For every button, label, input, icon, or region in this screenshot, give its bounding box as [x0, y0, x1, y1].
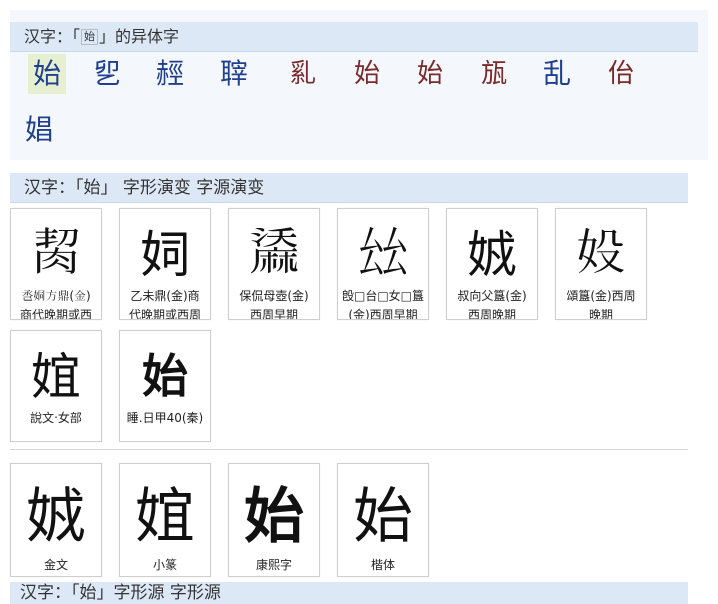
glyph-image: 𠫬	[358, 223, 408, 282]
variant-char[interactable]: 乱	[538, 54, 576, 94]
glyph-image: 始	[142, 349, 188, 403]
glyph-image: 𡜐	[467, 226, 517, 284]
standard-form-card[interactable]: 始 楷体	[337, 463, 429, 577]
variant-char[interactable]: 佁	[602, 54, 640, 94]
evolution-card[interactable]: 始 睡.日甲40(秦)	[119, 330, 211, 442]
glyph-image: 始	[353, 481, 413, 552]
variant-char[interactable]: 始	[348, 54, 386, 94]
glyph-caption: 小篆	[152, 558, 177, 572]
glyph-caption: 康熙字	[255, 558, 292, 572]
glyph-image: 始	[244, 481, 304, 552]
next-section-header: 汉字：「始」字形源 字形源	[10, 582, 688, 604]
glyph-caption: 金文	[43, 558, 68, 572]
glyph-image: 𪎤	[249, 223, 299, 282]
glyph-image: 𦚨	[31, 223, 81, 282]
variants-header: 汉字：「始」的异体字	[10, 22, 698, 52]
evolution-card[interactable]: 𠫬 𣪘□台□女□簋 (金)西周早期	[337, 208, 429, 320]
variants-header-char: 始	[81, 29, 99, 45]
variant-char[interactable]: 䏁	[215, 54, 253, 94]
glyph-image: 𡝮	[31, 348, 81, 406]
evolution-header: 汉字：「始」 字形演变 字源演变	[10, 173, 688, 203]
variant-char[interactable]: 始	[411, 54, 449, 94]
glyph-caption: 頌簋(金)西周 晚期	[566, 289, 636, 320]
evolution-panel: 汉字：「始」 字形演变 字源演变 𦚨 𢀷姛方鼎(金) 商代晚期或西 㚸 乙未鼎(金…	[10, 170, 708, 604]
glyph-caption: 乙未鼎(金)商 代晚期或西周	[128, 289, 201, 320]
standard-form-card[interactable]: 𡜐 金文	[10, 463, 102, 577]
glyph-caption: 楷体	[370, 558, 395, 572]
variant-char[interactable]: 乿	[284, 54, 322, 94]
evolution-card[interactable]: 𡜐 叔向父簋(金) 西周晚期	[446, 208, 538, 320]
glyph-image: 㚸	[140, 226, 190, 284]
variants-header-suffix: 」的异体字	[99, 27, 180, 46]
evolution-card[interactable]: 𦚨 𢀷姛方鼎(金) 商代晚期或西	[10, 208, 102, 320]
glyph-image: 𡜐	[26, 481, 86, 552]
glyph-caption: 保侃母壺(金) 西周早期	[239, 289, 309, 320]
evolution-card[interactable]: 𪎤 保侃母壺(金) 西周早期	[228, 208, 320, 320]
glyph-image: 𡝮	[135, 481, 195, 552]
glyph-caption: 𣪘□台□女□簋 (金)西周早期	[341, 289, 424, 320]
standard-form-card[interactable]: 始 康熙字	[228, 463, 320, 577]
glyph-caption: 說文‧女部	[30, 411, 82, 425]
evolution-card[interactable]: 𡚾 頌簋(金)西周 晚期	[555, 208, 647, 320]
variants-header-prefix: 汉字：「	[24, 27, 81, 46]
variant-char[interactable]: 始	[28, 54, 66, 94]
variant-char[interactable]: 瓬	[475, 54, 513, 94]
glyph-caption: 睡.日甲40(秦)	[126, 411, 204, 425]
variant-char[interactable]: 乮	[88, 54, 126, 94]
variant-char[interactable]: 娼	[20, 110, 58, 150]
variant-char[interactable]: 䞓	[151, 54, 189, 94]
standard-form-card[interactable]: 𡝮 小篆	[119, 463, 211, 577]
glyph-caption: 叔向父簋(金) 西周晚期	[457, 289, 527, 320]
glyph-image: 𡚾	[576, 223, 626, 282]
evolution-card[interactable]: 𡝮 說文‧女部	[10, 330, 102, 442]
glyph-caption: 𢀷姛方鼎(金) 商代晚期或西	[19, 289, 92, 320]
evolution-card[interactable]: 㚸 乙未鼎(金)商 代晚期或西周	[119, 208, 211, 320]
section-divider	[10, 449, 688, 450]
variants-panel: 汉字：「始」的异体字 始 乮 䞓 䏁 乿 始 始 瓬 乱 佁 娼	[10, 10, 708, 160]
